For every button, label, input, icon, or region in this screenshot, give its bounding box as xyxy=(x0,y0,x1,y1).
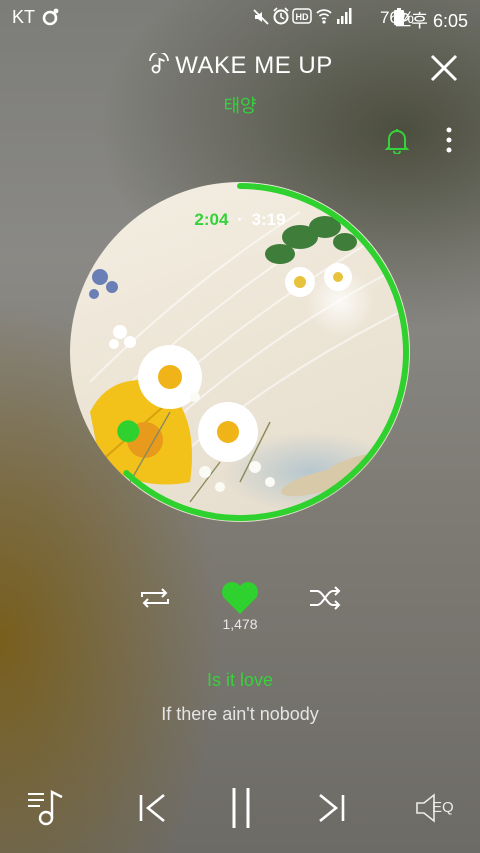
heart-icon xyxy=(222,582,258,614)
svg-text:HD: HD xyxy=(296,12,309,22)
mute-icon xyxy=(252,8,270,31)
signal-icon xyxy=(336,8,352,29)
time-display: 2:04 · 3:19 xyxy=(70,210,410,230)
pause-button[interactable] xyxy=(228,786,254,830)
music-note-icon xyxy=(147,51,171,82)
song-title-text: WAKE ME UP xyxy=(175,52,333,79)
artist-name[interactable]: 태양 xyxy=(0,92,480,118)
shuffle-button[interactable] xyxy=(308,585,342,611)
music-app-icon xyxy=(42,8,60,31)
like-button[interactable] xyxy=(220,580,260,616)
song-title: WAKE ME UP xyxy=(0,51,480,82)
eq-label: EQ xyxy=(432,799,454,816)
close-icon xyxy=(430,54,458,82)
alarm-icon xyxy=(272,7,290,31)
lyric-current-line[interactable]: Is it love xyxy=(0,670,480,691)
more-vertical-icon xyxy=(446,127,452,153)
pause-icon xyxy=(232,788,250,828)
close-button[interactable] xyxy=(428,52,460,84)
total-duration: 3:19 xyxy=(251,210,286,229)
playlist-button[interactable] xyxy=(26,788,70,828)
carrier-label: KT xyxy=(12,7,36,27)
repeat-button[interactable] xyxy=(138,585,172,611)
bell-icon xyxy=(384,129,410,155)
next-icon xyxy=(319,793,345,823)
notification-button[interactable] xyxy=(384,126,410,155)
more-options-button[interactable] xyxy=(440,126,458,154)
repeat-icon xyxy=(141,588,169,608)
album-art-area: 2:04 · 3:19 xyxy=(70,182,410,522)
hd-voice-icon: HD xyxy=(292,8,312,29)
wifi-icon xyxy=(316,7,332,30)
progress-ring[interactable] xyxy=(70,182,410,522)
equalizer-button[interactable]: EQ xyxy=(414,792,460,824)
clock-time: 6:05 xyxy=(432,11,468,31)
progress-arc xyxy=(123,183,409,521)
status-clock: 오후 6:05 xyxy=(395,7,468,33)
time-separator: · xyxy=(237,210,243,229)
shuffle-icon xyxy=(310,586,341,610)
previous-icon xyxy=(139,793,165,823)
lyric-next-line[interactable]: If there ain't nobody xyxy=(0,704,480,725)
elapsed-time: 2:04 xyxy=(194,210,229,229)
progress-knob[interactable] xyxy=(117,420,140,443)
next-track-button[interactable] xyxy=(314,792,348,824)
playlist-icon xyxy=(28,790,63,826)
status-bar: KT HD 76% 오후 6:05 xyxy=(0,0,480,34)
like-count: 1,478 xyxy=(222,616,258,632)
previous-track-button[interactable] xyxy=(136,792,170,824)
clock-period: 오후 xyxy=(394,11,428,31)
